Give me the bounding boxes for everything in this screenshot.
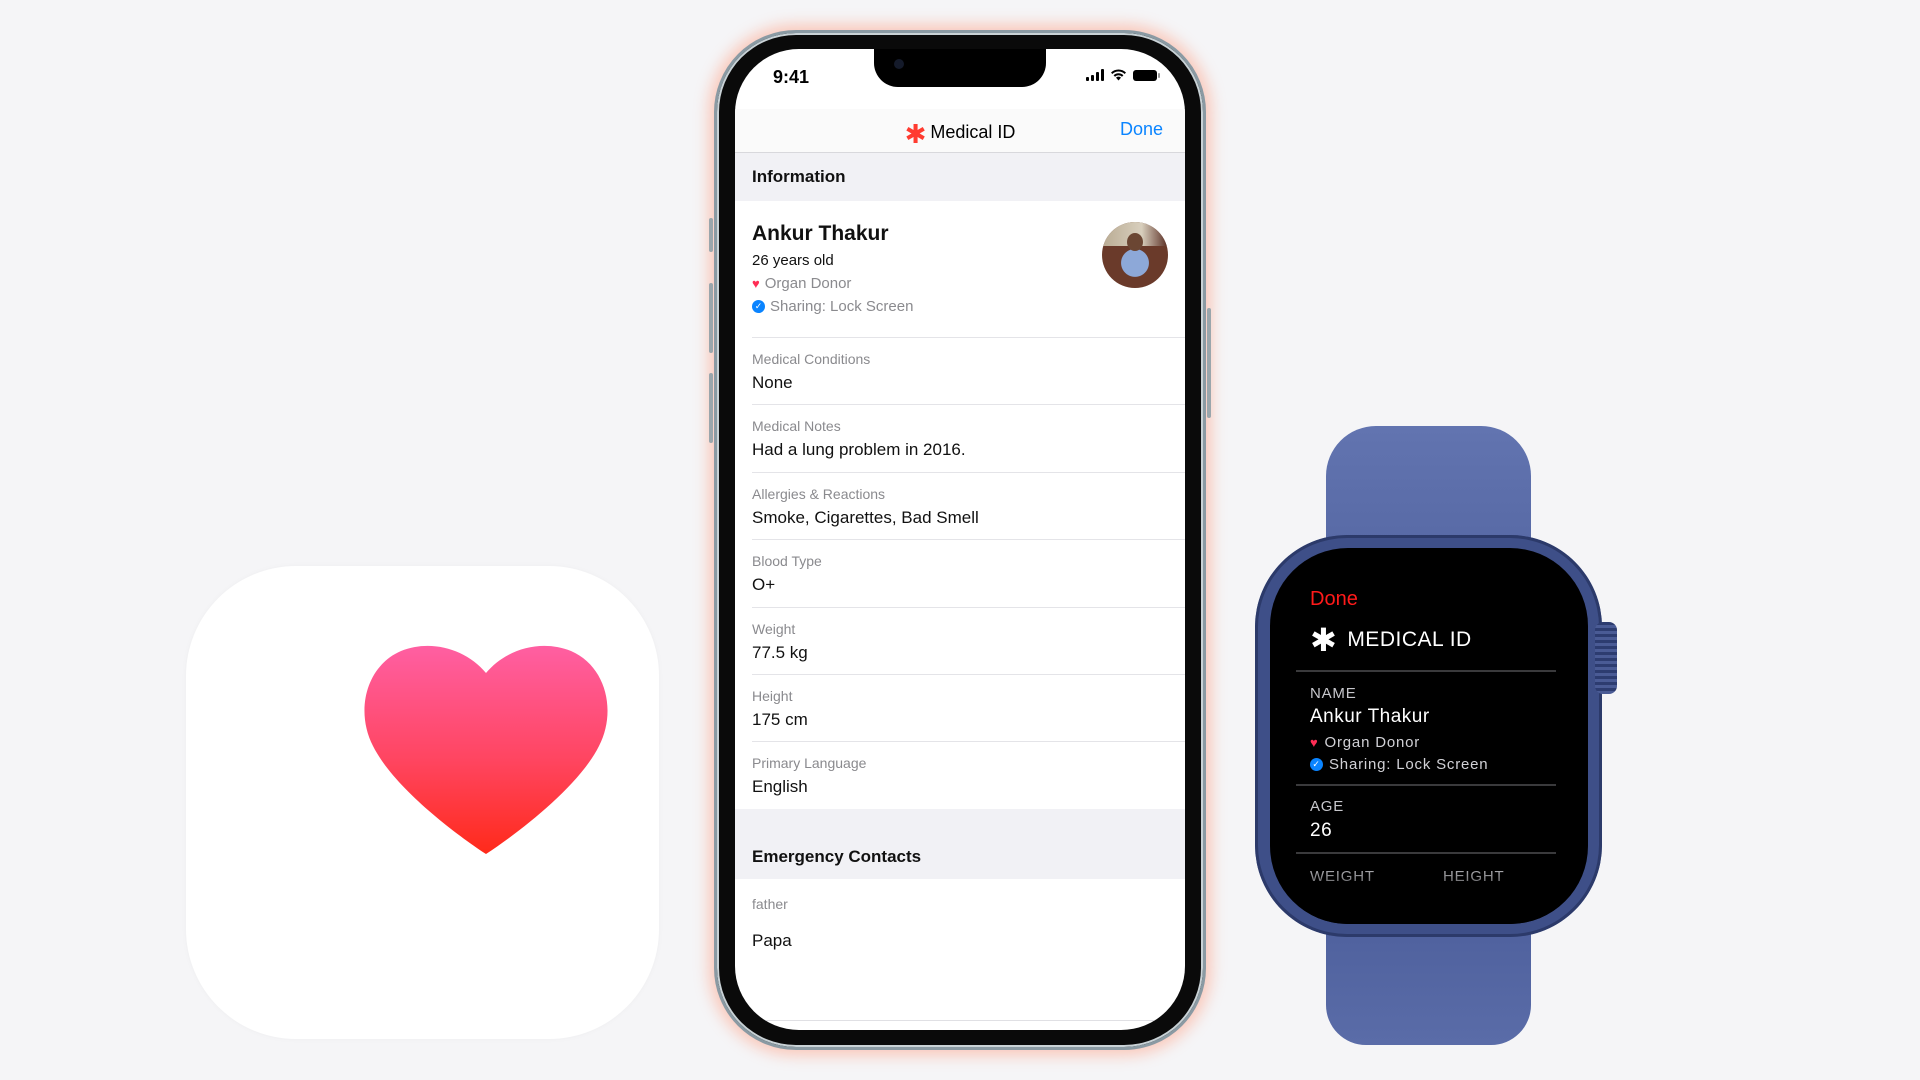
field-value: O+ — [752, 575, 776, 594]
field-value: Smoke, Cigarettes, Bad Smell — [752, 508, 979, 527]
watch-sharing: ✓ Sharing: Lock Screen — [1310, 756, 1488, 773]
field-label: Blood Type — [752, 553, 822, 569]
nav-title-text: Medical ID — [930, 122, 1016, 142]
sharing-status: ✓ Sharing: Lock Screen — [752, 298, 913, 315]
field-value: 175 cm — [752, 710, 808, 729]
field-primary-language: Primary Language English — [752, 741, 1185, 797]
section-header-emergency-contacts: Emergency Contacts — [735, 809, 1185, 879]
digital-crown — [1595, 622, 1617, 694]
medical-asterisk-icon: ✱ — [1310, 622, 1338, 658]
health-app-icon — [186, 566, 659, 1039]
profile-name: Ankur Thakur — [752, 222, 889, 245]
field-label: Weight — [752, 621, 796, 637]
field-allergies: Allergies & Reactions Smoke, Cigarettes,… — [752, 472, 1185, 528]
wifi-icon — [1111, 69, 1126, 81]
field-value: None — [752, 373, 793, 392]
field-value: Had a lung problem in 2016. — [752, 440, 966, 459]
notch — [874, 49, 1046, 87]
watch-sharing-text: Sharing: Lock Screen — [1329, 756, 1489, 773]
field-label: Height — [752, 688, 793, 704]
divider — [1296, 852, 1556, 854]
field-value: English — [752, 777, 808, 796]
section-header-information: Information — [735, 153, 1185, 201]
field-label: Medical Conditions — [752, 351, 871, 367]
watch-screen: Done ✱ MEDICAL ID NAME Ankur Thakur ♥ Or… — [1270, 548, 1588, 924]
field-medical-notes: Medical Notes Had a lung problem in 2016… — [752, 404, 1185, 460]
heart-icon: ♥ — [1310, 735, 1319, 750]
done-button[interactable]: Done — [1120, 119, 1163, 140]
phone-silent-switch — [709, 218, 713, 252]
organ-donor-status: ♥ Organ Donor — [752, 275, 913, 292]
watch-age: 26 — [1310, 820, 1333, 841]
divider — [752, 1020, 1185, 1021]
phone-volume-down-button — [709, 373, 713, 443]
watch-name: Ankur Thakur — [1310, 706, 1430, 727]
avatar — [1102, 222, 1168, 288]
nav-title: ✱ Medical ID — [735, 119, 1185, 150]
cellular-signal-icon — [1086, 69, 1104, 81]
profile-age: 26 years old — [752, 252, 834, 269]
status-time: 9:41 — [773, 67, 810, 87]
sharing-text: Sharing: Lock Screen — [770, 298, 914, 315]
checkmark-circle-icon: ✓ — [1310, 758, 1323, 771]
medical-asterisk-icon: ✱ — [904, 119, 927, 149]
watch-organ-donor-text: Organ Donor — [1324, 734, 1421, 751]
front-camera — [894, 59, 904, 69]
heart-icon — [364, 645, 608, 854]
field-weight: Weight 77.5 kg — [752, 607, 1185, 663]
phone-side-button — [1207, 308, 1211, 418]
field-height: Height 175 cm — [752, 674, 1185, 730]
field-label: Medical Notes — [752, 418, 841, 434]
profile-info: Ankur Thakur 26 years old ♥ Organ Donor … — [752, 222, 913, 315]
watch-done-button[interactable]: Done — [1310, 588, 1358, 611]
watch-name-label: NAME — [1310, 685, 1357, 702]
divider — [1296, 784, 1556, 786]
navigation-bar: ✱ Medical ID Done — [735, 109, 1185, 153]
battery-icon — [1133, 70, 1160, 81]
phone-screen: 9:41 ✱ Medical ID Done Information Ankur … — [735, 49, 1185, 1030]
status-icons — [1086, 69, 1160, 81]
field-label: Primary Language — [752, 755, 867, 771]
field-blood-type: Blood Type O+ — [752, 539, 1185, 595]
phone-volume-up-button — [709, 283, 713, 353]
contact-name[interactable]: Papa — [752, 931, 792, 951]
watch-age-label: AGE — [1310, 798, 1345, 815]
watch-title-text: MEDICAL ID — [1347, 628, 1472, 651]
scroll-fade — [1270, 864, 1588, 924]
divider — [1296, 670, 1556, 672]
organ-donor-text: Organ Donor — [764, 275, 852, 292]
watch-organ-donor: ♥ Organ Donor — [1310, 734, 1420, 751]
field-medical-conditions: Medical Conditions None — [752, 337, 1185, 393]
checkmark-circle-icon: ✓ — [752, 300, 765, 313]
field-label: Allergies & Reactions — [752, 486, 886, 502]
field-value: 77.5 kg — [752, 643, 808, 662]
heart-icon: ♥ — [752, 276, 760, 291]
contact-relationship: father — [752, 896, 788, 912]
watch-title: ✱ MEDICAL ID — [1310, 622, 1472, 658]
